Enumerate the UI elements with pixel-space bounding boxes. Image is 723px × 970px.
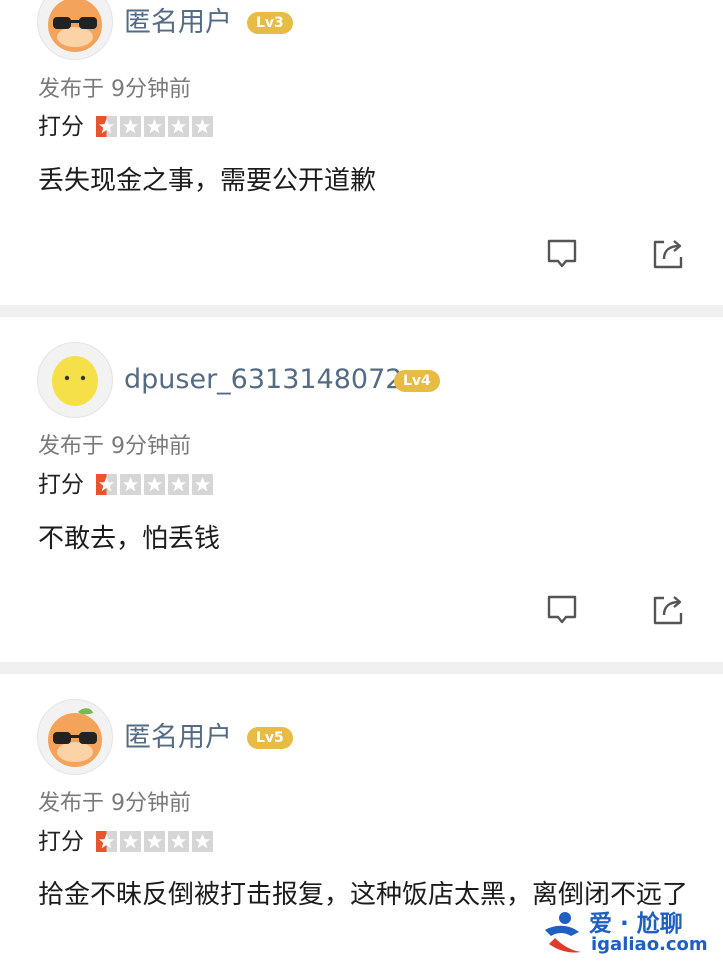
star-icon — [192, 831, 213, 852]
post-time: 发布于 9分钟前 — [38, 434, 191, 459]
avatar[interactable] — [37, 0, 113, 60]
star-rating — [96, 474, 213, 495]
star-icon — [96, 116, 117, 137]
share-icon[interactable] — [651, 237, 685, 271]
review-card: 匿名用户 Lv3 发布于 9分钟前 打分 丢失现金之事，需要公开道歉 — [0, 0, 723, 305]
star-rating — [96, 831, 213, 852]
review-text: 不敢去，怕丢钱 — [38, 524, 221, 554]
star-icon — [96, 831, 117, 852]
comment-bubble-icon[interactable] — [545, 593, 579, 627]
star-icon — [192, 474, 213, 495]
orange-sunglasses-icon — [48, 708, 102, 767]
avatar[interactable] — [37, 699, 113, 775]
post-time: 发布于 9分钟前 — [38, 77, 191, 102]
username[interactable]: 匿名用户 — [124, 6, 232, 40]
watermark: 爱 · 尬聊 igaliao.com — [535, 900, 715, 962]
watermark-title: 爱 · 尬聊 — [589, 911, 683, 937]
watermark-url: igaliao.com — [591, 934, 708, 955]
star-icon — [168, 116, 189, 137]
star-icon — [120, 474, 141, 495]
watermark-logo-icon — [545, 912, 581, 953]
avatar[interactable] — [37, 342, 113, 418]
divider — [0, 662, 723, 674]
post-time: 发布于 9分钟前 — [38, 791, 191, 816]
star-icon — [144, 474, 165, 495]
star-icon — [144, 116, 165, 137]
username[interactable]: dpuser_6313148072 — [124, 363, 402, 397]
rating-label: 打分 — [38, 829, 84, 855]
star-icon — [96, 474, 117, 495]
star-icon — [120, 116, 141, 137]
review-text: 丢失现金之事，需要公开道歉 — [38, 166, 377, 196]
star-icon — [168, 474, 189, 495]
rating-label: 打分 — [38, 114, 84, 140]
star-icon — [144, 831, 165, 852]
review-card: dpuser_6313148072 Lv4 发布于 9分钟前 打分 不敢去，怕丢… — [0, 317, 723, 662]
level-badge: Lv3 — [247, 12, 293, 34]
star-icon — [168, 831, 189, 852]
level-badge: Lv5 — [247, 727, 293, 749]
orange-sunglasses-icon — [48, 0, 102, 52]
lemon-icon — [52, 356, 98, 406]
comment-bubble-icon[interactable] — [545, 237, 579, 271]
share-icon[interactable] — [651, 593, 685, 627]
level-badge: Lv4 — [394, 370, 440, 392]
star-icon — [192, 116, 213, 137]
username[interactable]: 匿名用户 — [124, 721, 232, 755]
star-icon — [120, 831, 141, 852]
rating-label: 打分 — [38, 472, 84, 498]
star-rating — [96, 116, 213, 137]
divider — [0, 305, 723, 317]
